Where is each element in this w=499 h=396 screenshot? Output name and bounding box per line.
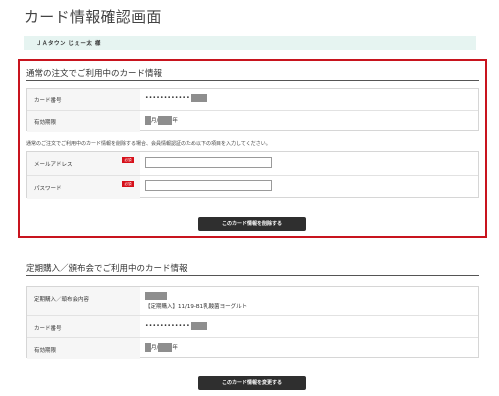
- password-label: パスワード: [34, 186, 62, 192]
- subscription-section-title: 定期購入／頒布会でご利用中のカード情報: [26, 264, 188, 274]
- page-title: カード情報確認画面: [24, 8, 162, 26]
- subscription-product-mask: [145, 292, 167, 300]
- card-number-mask: [190, 94, 207, 102]
- regular-section-title: 通常の注文でご利用中のカード情報: [26, 69, 163, 79]
- subscription-card-number-row: カード番号 ••••••••••••: [27, 315, 478, 337]
- subscription-card-number-label: カード番号: [34, 326, 62, 332]
- regular-section-divider: [26, 80, 479, 81]
- card-number-label: カード番号: [34, 98, 62, 104]
- expiry-month-suffix: 月/: [151, 118, 159, 124]
- email-field[interactable]: [145, 157, 272, 168]
- expiry-year-mask: [158, 116, 173, 125]
- card-number-dots: ••••••••••••: [145, 94, 190, 102]
- email-label: メールアドレス: [34, 162, 73, 168]
- password-required-badge: 必須: [122, 181, 134, 187]
- expiry-row: 有効期限 月/年: [27, 110, 478, 132]
- delete-card-button[interactable]: このカード情報を削除する: [198, 217, 306, 231]
- regular-card-table: カード番号 •••••••••••• 有効期限 月/年: [26, 88, 479, 132]
- member-bar: ＪＡタウン じぇー太 様: [24, 36, 476, 50]
- subscription-expiry-year-mask: [158, 343, 173, 352]
- subscription-contents-value: 【定期購入】11/19-B1乳酸菌ヨーグルト: [145, 304, 248, 310]
- subscription-expiry-year-suffix: 年: [172, 345, 178, 351]
- card-number-row: カード番号 ••••••••••••: [27, 89, 478, 110]
- subscription-contents-row: 定期購入／頒布会内容 【定期購入】11/19-B1乳酸菌ヨーグルト: [27, 287, 478, 315]
- subscription-contents-label: 定期購入／頒布会内容: [34, 297, 90, 303]
- expiry-label: 有効期限: [34, 120, 57, 126]
- subscription-card-number-dots: ••••••••••••: [145, 322, 190, 330]
- subscription-section-divider: [26, 275, 479, 276]
- expiry-year-suffix: 年: [172, 118, 178, 124]
- subscription-card-number-mask: [190, 322, 207, 330]
- subscription-expiry-label: 有効期限: [34, 348, 57, 354]
- regular-card-section-highlight: [18, 59, 487, 238]
- change-card-button[interactable]: このカード情報を変更する: [198, 376, 306, 390]
- member-name: ＪＡタウン じぇー太 様: [36, 41, 101, 47]
- email-required-badge: 必須: [122, 157, 134, 163]
- subscription-expiry-month-suffix: 月/: [151, 345, 159, 351]
- delete-auth-note: 通常のご注文でご利用中のカード情報を削除する場合、会員情報認証のため以下の項目を…: [26, 141, 271, 147]
- subscription-card-table: 定期購入／頒布会内容 【定期購入】11/19-B1乳酸菌ヨーグルト カード番号 …: [26, 286, 479, 359]
- password-field[interactable]: [145, 180, 272, 191]
- subscription-expiry-row: 有効期限 月/年: [27, 337, 478, 359]
